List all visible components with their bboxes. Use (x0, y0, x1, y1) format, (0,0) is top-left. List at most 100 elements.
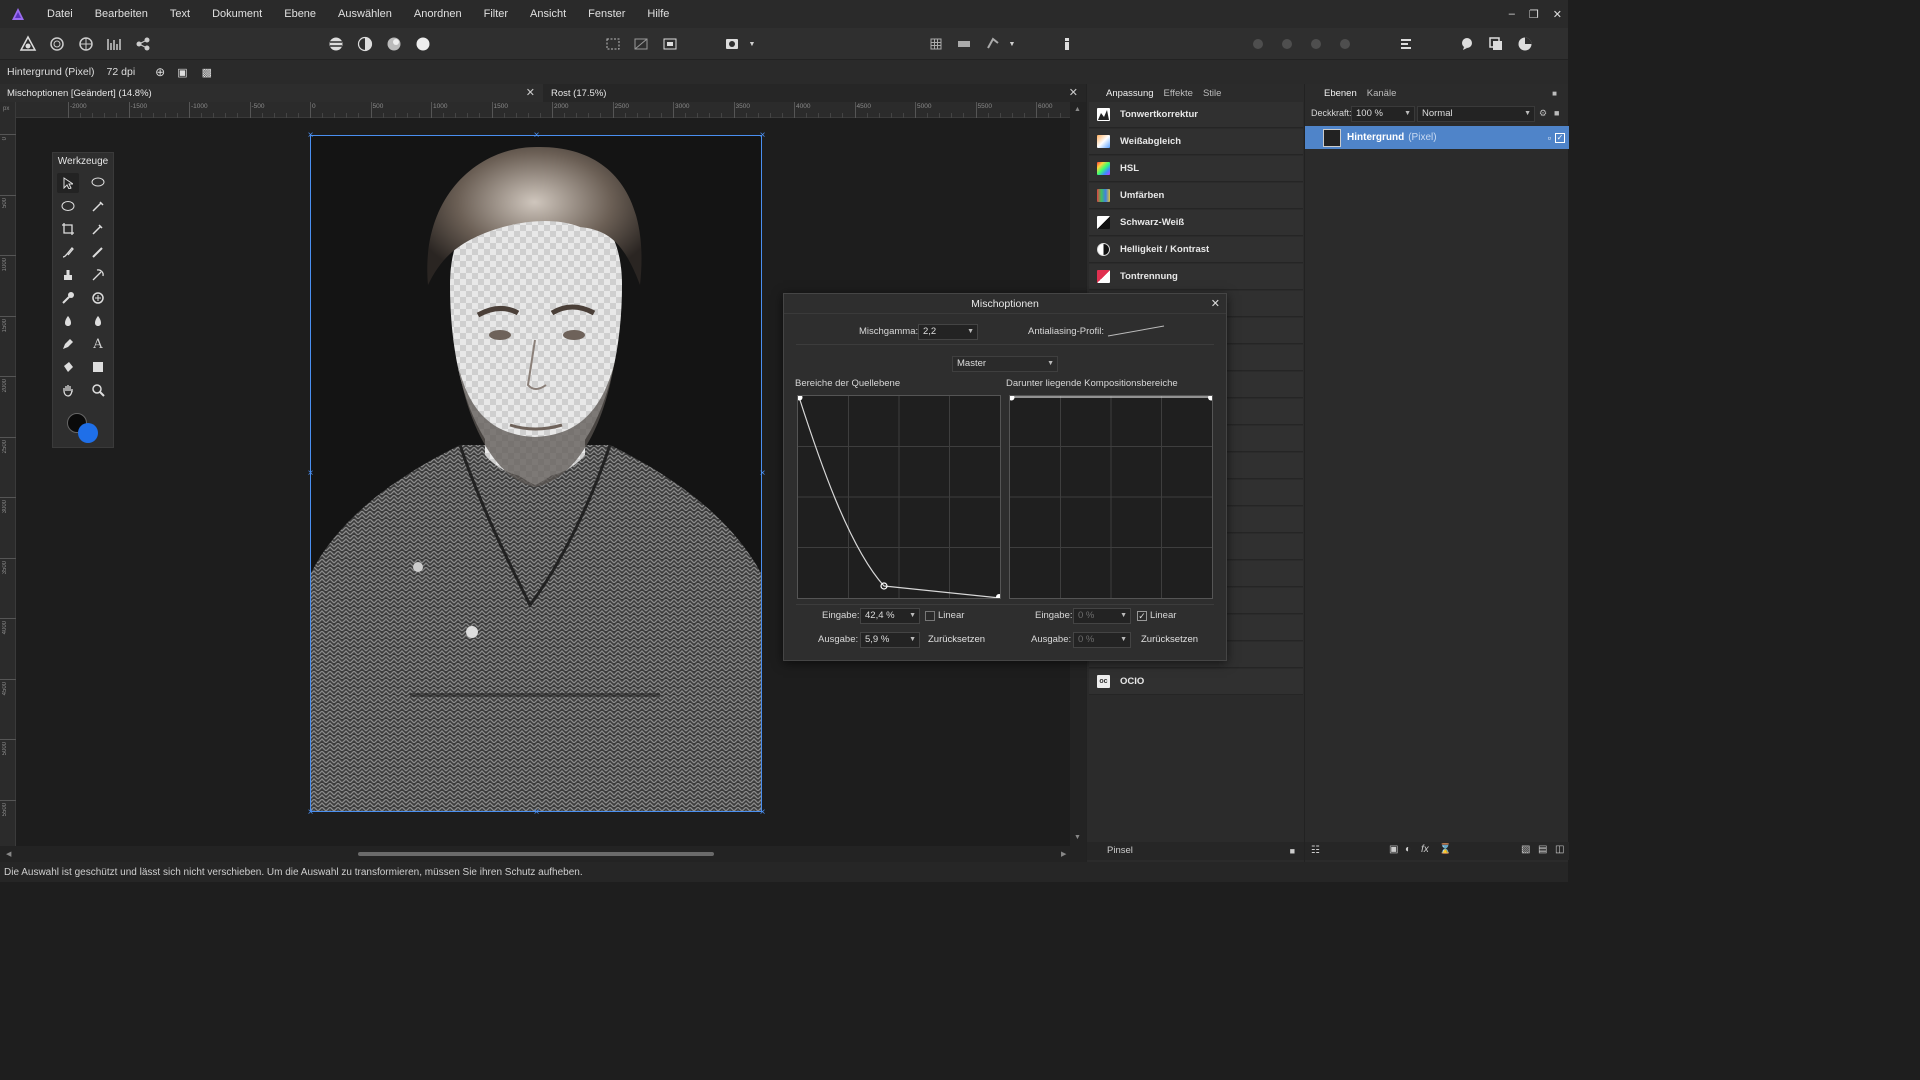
adjustment-item-ocio[interactable]: oc OCIO (1089, 669, 1303, 695)
zoom-tool-icon[interactable] (87, 380, 109, 400)
pen-tool-icon[interactable] (57, 334, 79, 354)
menu-item[interactable]: Auswählen (327, 8, 403, 20)
gamma-field[interactable]: 2,2 ▼ (918, 324, 978, 340)
chevron-down-icon[interactable]: ▼ (746, 34, 758, 54)
selection-box[interactable] (310, 135, 762, 812)
arrange-back-icon[interactable] (1248, 34, 1268, 54)
horizontal-scroll-thumb[interactable] (358, 852, 714, 856)
underlying-reset-button[interactable]: Zurücksetzen (1141, 634, 1198, 645)
adjustment-item-hsl[interactable]: HSL (1089, 156, 1303, 182)
transform-handle[interactable]: × (307, 808, 314, 818)
menu-item[interactable]: Hilfe (636, 8, 680, 20)
selection-mode-icon[interactable]: ▩ (202, 66, 212, 79)
adjustment-item-white-balance[interactable]: Weißabgleich (1089, 129, 1303, 155)
transform-handle[interactable]: × (307, 131, 314, 141)
scroll-up-icon[interactable]: ▲ (1074, 106, 1081, 113)
underlying-range-graph[interactable] (1008, 394, 1214, 599)
tab-mischoptionen[interactable]: Mischoptionen [Geändert] (14.8%) ✕ (0, 84, 543, 102)
underlying-input-field[interactable]: 0 % ▼ (1073, 608, 1131, 624)
color-swatches[interactable] (66, 411, 102, 445)
menu-item[interactable]: Datei (36, 8, 84, 20)
lock-icon[interactable]: ■ (1554, 108, 1559, 118)
color-picker-icon[interactable] (1515, 34, 1535, 54)
source-output-field[interactable]: 5,9 % ▼ (860, 632, 920, 648)
pixel-tool-icon[interactable] (87, 242, 109, 262)
fx-icon[interactable]: fx (1421, 844, 1429, 855)
tab-kanaele[interactable]: Kanäle (1362, 88, 1402, 99)
transform-handle[interactable]: × (759, 469, 766, 479)
adjustment-item-posterize[interactable]: Tontrennung (1089, 264, 1303, 290)
delete-layer-icon[interactable]: ◫ (1555, 844, 1564, 855)
live-filter-icon[interactable]: ⌛ (1439, 844, 1451, 855)
menu-item[interactable]: Text (159, 8, 201, 20)
move-tool-icon[interactable] (57, 173, 79, 193)
panel-menu-icon[interactable]: ■ (1547, 89, 1562, 98)
channel-select[interactable]: Master ▼ (952, 356, 1058, 372)
snapshot-mode-icon[interactable] (722, 34, 742, 54)
tone-mapping-persona-icon[interactable] (104, 34, 124, 54)
align-menu-icon[interactable] (1396, 34, 1416, 54)
auto-colors-icon[interactable] (384, 34, 404, 54)
transform-handle[interactable]: × (307, 469, 314, 479)
user-interface-icon[interactable] (1486, 34, 1506, 54)
vertical-ruler[interactable]: px 0 500 1000 1500 2000 2500 3000 3500 4000 4500 5… (0, 102, 16, 846)
snapping-icon[interactable] (983, 34, 1003, 54)
arrange-backward-icon[interactable] (1277, 34, 1297, 54)
menu-item[interactable]: Ansicht (519, 8, 577, 20)
opacity-field[interactable]: 100 % ▼ (1351, 106, 1415, 122)
antialiasing-profile-curve[interactable] (1106, 322, 1166, 340)
close-tab-icon[interactable]: ✕ (1069, 86, 1078, 99)
layer-stack-icon[interactable]: ☷ (1311, 845, 1320, 856)
fill-tool-icon[interactable] (57, 357, 79, 377)
horizontal-scrollbar[interactable]: ◀ ▶ (0, 846, 1086, 862)
panel-menu-icon[interactable]: ■ (1290, 842, 1295, 860)
underlying-linear-checkbox[interactable]: ✓ (1137, 611, 1147, 621)
adjustment-item-brightness-contrast[interactable]: Helligkeit / Kontrast (1089, 237, 1303, 263)
blur-brush-tool-icon[interactable] (57, 311, 79, 331)
tab-ebenen[interactable]: Ebenen (1319, 88, 1362, 99)
align-icon[interactable] (954, 34, 974, 54)
tab-effekte[interactable]: Effekte (1159, 88, 1198, 99)
menu-item[interactable]: Filter (473, 8, 519, 20)
close-tab-icon[interactable]: ✕ (526, 86, 535, 99)
blend-mode-select[interactable]: Normal ▼ (1417, 106, 1535, 122)
snapping-chevron-icon[interactable]: ▼ (1006, 34, 1018, 54)
gear-icon[interactable]: ⚙ (1539, 108, 1547, 119)
liquify-persona-icon[interactable] (47, 34, 67, 54)
scroll-right-icon[interactable]: ▶ (1061, 850, 1066, 858)
quick-mask-icon[interactable] (660, 34, 680, 54)
underlying-output-field[interactable]: 0 % ▼ (1073, 632, 1131, 648)
transform-handle[interactable]: × (533, 808, 540, 818)
text-tool-icon[interactable]: A (87, 334, 109, 354)
layer-row-hintergrund[interactable]: Hintergrund (Pixel) ▫ ✓ (1305, 126, 1569, 149)
scroll-down-icon[interactable]: ▼ (1074, 834, 1081, 841)
dodge-tool-icon[interactable] (57, 288, 79, 308)
menu-item[interactable]: Anordnen (403, 8, 473, 20)
tab-anpassung[interactable]: Anpassung (1101, 88, 1159, 99)
selection-brush-tool-icon[interactable] (87, 173, 109, 193)
add-layer-icon[interactable]: ▤ (1538, 844, 1547, 855)
info-icon[interactable] (1057, 34, 1077, 54)
scroll-left-icon[interactable]: ◀ (6, 850, 11, 858)
brush-panel-tab[interactable]: Pinsel ■ (1087, 842, 1305, 860)
photo-persona-icon[interactable] (18, 34, 38, 54)
transform-icon[interactable]: ▣ (177, 66, 187, 79)
menu-item[interactable]: Dokument (201, 8, 273, 20)
paint-brush-tool-icon[interactable] (57, 242, 79, 262)
menu-item[interactable]: Ebene (273, 8, 327, 20)
undo-brush-tool-icon[interactable] (87, 265, 109, 285)
auto-levels-icon[interactable] (326, 34, 346, 54)
develop-persona-icon[interactable] (76, 34, 96, 54)
horizontal-ruler[interactable]: -2000 -1500 -1000 -500 0 500 1000 1500 2000 2500 3… (16, 102, 1086, 118)
adjustment-item-levels[interactable]: Tonwertkorrektur (1089, 102, 1303, 128)
arrange-forward-icon[interactable] (1306, 34, 1326, 54)
clone-tool-icon[interactable] (57, 265, 79, 285)
grid-icon[interactable] (926, 34, 946, 54)
auto-contrast-icon[interactable] (355, 34, 375, 54)
transform-handle[interactable]: × (759, 808, 766, 818)
close-window-icon[interactable]: ✕ (1553, 8, 1562, 21)
sponge-tool-icon[interactable] (87, 311, 109, 331)
auto-white-balance-icon[interactable] (413, 34, 433, 54)
minimize-icon[interactable]: – (1509, 8, 1515, 20)
mask-mode-icon[interactable] (631, 34, 651, 54)
